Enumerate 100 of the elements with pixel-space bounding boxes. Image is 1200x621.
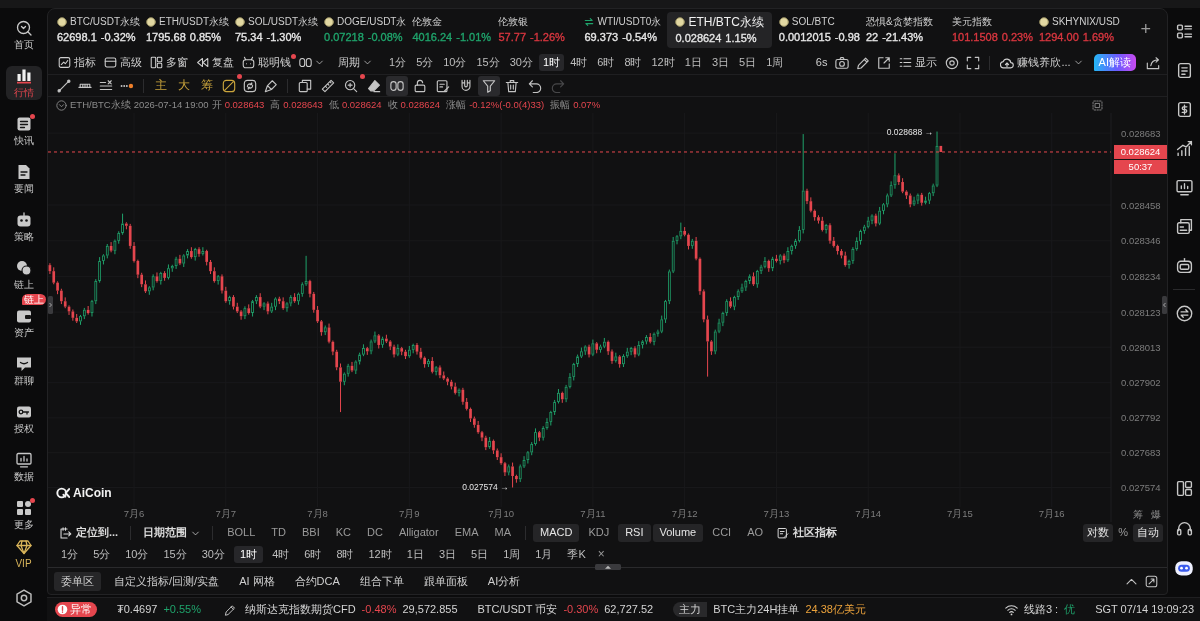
period-tab[interactable]: 1分	[385, 53, 411, 72]
period-tab[interactable]: 4时	[266, 545, 296, 564]
ticker-tab[interactable]: BTC/USDT永续 62698.1 -0.32%	[54, 13, 143, 47]
period-tab[interactable]: 5分	[87, 545, 117, 564]
period-tab[interactable]: 3日	[707, 53, 733, 72]
export-icon[interactable]	[877, 55, 892, 70]
panel-tab[interactable]: 合约DCA	[287, 571, 347, 592]
growth-chart-icon[interactable]	[1175, 140, 1193, 157]
period-tab[interactable]: 季K	[561, 545, 592, 564]
indicator-tab[interactable]: AO	[740, 524, 771, 542]
period-tab[interactable]: 15分	[472, 53, 504, 72]
period-tab[interactable]: 1分	[55, 545, 85, 564]
fullscreen-icon[interactable]	[966, 55, 981, 70]
axis-toggle[interactable]: 爆	[1151, 509, 1161, 521]
period-tab[interactable]: 15分	[157, 545, 193, 564]
period-tab[interactable]: 1周	[762, 53, 788, 72]
indicator-tab[interactable]: KC	[328, 524, 358, 542]
slashed-square-icon[interactable]	[222, 78, 236, 93]
collapse-handle-icon[interactable]	[1162, 296, 1167, 314]
vip-item[interactable]: VIP	[5, 537, 42, 571]
robot-icon[interactable]	[1175, 257, 1193, 274]
period-tab[interactable]: 5日	[465, 545, 495, 564]
indicator-tab[interactable]: EMA	[447, 524, 486, 542]
period-tab[interactable]: 12时	[362, 545, 398, 564]
list-icon[interactable]	[1175, 23, 1193, 40]
drag-handle-icon[interactable]	[594, 564, 621, 570]
sidebar-item[interactable]: 快讯	[5, 114, 42, 148]
period-tab[interactable]: 1周	[497, 545, 527, 564]
period-tab[interactable]: 30分	[505, 53, 537, 72]
display-button[interactable]: 显示	[895, 53, 942, 72]
indicator-tab[interactable]: BOLL	[220, 524, 263, 542]
period-tab[interactable]: 5分	[412, 53, 438, 72]
indicator-tab[interactable]: Volume	[652, 524, 704, 542]
sidebar-item[interactable]: 资产	[5, 306, 42, 340]
indicator-tab[interactable]: TD	[264, 524, 293, 542]
panel-tab[interactable]: AI 网格	[232, 571, 282, 592]
period-dropdown[interactable]: 周期	[334, 53, 376, 72]
panel-tab[interactable]: 自定义指标/回测/实盘	[107, 571, 227, 592]
panel-tab[interactable]: 委单区	[54, 571, 101, 592]
overlay-button[interactable]: 大	[173, 76, 195, 95]
close-button[interactable]: ×	[593, 547, 609, 562]
period-tab[interactable]: 6时	[593, 53, 619, 72]
tool-button[interactable]	[478, 75, 500, 96]
monitor-chart-icon[interactable]	[1175, 179, 1193, 196]
period-tab[interactable]: 12时	[647, 53, 679, 72]
pen-icon[interactable]	[856, 55, 871, 70]
ticker-tab[interactable]: 美元指数 101.1508 0.23%	[948, 13, 1036, 47]
toolbar-button[interactable]: 聪明钱	[238, 53, 295, 72]
market-name[interactable]: 纳斯达克指数期货CFD	[245, 602, 356, 617]
sidebar-item[interactable]: 群聊	[5, 354, 42, 388]
date-range-dropdown[interactable]: 日期范围	[138, 524, 206, 542]
period-tab[interactable]: 8时	[330, 545, 360, 564]
period-tab[interactable]: 1日	[400, 545, 430, 564]
document-icon[interactable]	[1175, 62, 1193, 79]
ticker-tab[interactable]: 伦敦金 4016.24 -1.01%	[409, 13, 496, 47]
market-name[interactable]: BTC/USDT 币安	[477, 602, 558, 617]
sidebar-item[interactable]: 策略	[5, 210, 42, 244]
indicator-tab[interactable]: MA	[487, 524, 518, 542]
brush-icon[interactable]	[264, 78, 278, 93]
sidebar-item[interactable]: 首页	[5, 18, 42, 52]
ticker-tab[interactable]: ETH/BTC永续 0.028624 1.15%	[667, 11, 772, 49]
indicator-tab[interactable]: DC	[360, 524, 390, 542]
pencil-icon[interactable]	[224, 603, 236, 616]
indicator-tab[interactable]: RSI	[618, 524, 651, 542]
period-tab[interactable]: 4时	[566, 53, 592, 72]
period-tab[interactable]: 1时	[234, 545, 264, 564]
sidebar-item[interactable]: 行情	[5, 66, 42, 100]
toolbar-button[interactable]: 复盘	[192, 53, 238, 72]
swap-circle-icon[interactable]	[1175, 305, 1193, 322]
sidebar-item[interactable]: 链上	[5, 258, 42, 292]
indicator-tab[interactable]: MACD	[533, 524, 580, 542]
add-ticker-button[interactable]: +	[1140, 19, 1151, 41]
period-tab[interactable]: 10分	[119, 545, 155, 564]
ticker-tab[interactable]: SOL/USDT永续 75.34 -1.30%	[232, 13, 321, 47]
period-tab[interactable]: 30分	[195, 545, 231, 564]
panel-tab[interactable]: 组合下单	[352, 571, 411, 592]
sidebar-item[interactable]: 要闻	[5, 162, 42, 196]
indicator-tab[interactable]: Alligator	[391, 524, 446, 542]
ticker-tab[interactable]: DOGE/USDT永 0.07218 -0.08%	[321, 13, 410, 47]
chevron-circle-icon[interactable]	[56, 99, 67, 111]
share-icon[interactable]	[1146, 55, 1160, 70]
settings-icon[interactable]	[14, 589, 33, 607]
sidebar-item[interactable]: 授权	[5, 402, 42, 436]
overlay-button[interactable]: 筹	[196, 76, 218, 95]
collapse-handle-icon[interactable]	[48, 296, 53, 314]
indicator-tab[interactable]: CCI	[705, 524, 739, 542]
toolbar-button[interactable]: 指标	[54, 53, 100, 72]
community-button[interactable]: 社区指标	[772, 524, 843, 542]
toolbar-button[interactable]: 高级	[100, 53, 146, 72]
period-tab[interactable]: 10分	[439, 53, 471, 72]
account-dropdown[interactable]: 赚钱养欣...	[996, 53, 1087, 72]
bot-avatar-icon[interactable]	[1174, 558, 1194, 578]
headset-icon[interactable]	[1175, 519, 1193, 537]
period-tab[interactable]: 1月	[529, 545, 559, 564]
resize-icon[interactable]	[1145, 575, 1158, 588]
layout-icon[interactable]	[1175, 479, 1193, 497]
alert-badge[interactable]: 异常	[55, 602, 97, 617]
panel-tab[interactable]: AI分析	[480, 571, 528, 592]
ticker-tab[interactable]: 恐惧&贪婪指数 22 -21.43%	[862, 13, 949, 47]
sidebar-item[interactable]: 数据	[5, 450, 42, 484]
